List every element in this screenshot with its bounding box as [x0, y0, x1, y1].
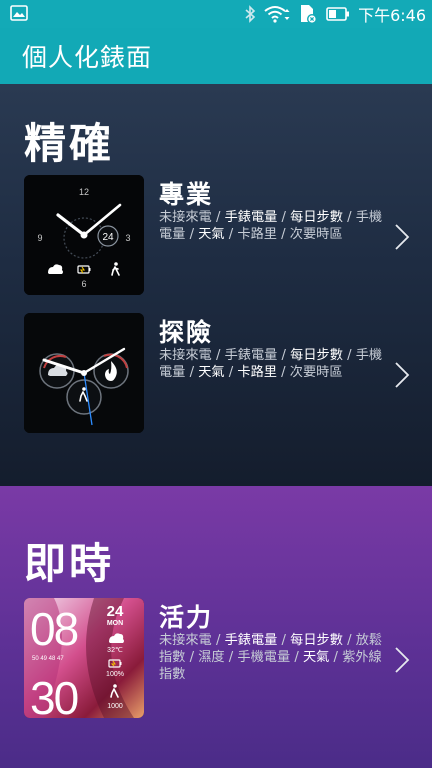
- image-icon: [10, 5, 28, 21]
- watch-face-item-energy[interactable]: 08 30 50 49 48 47 24 MON 32℃ 100% 1000 活…: [0, 598, 432, 720]
- feature-label: 手錶電量: [224, 210, 278, 225]
- minute-digits: 30: [30, 672, 78, 718]
- feature-label: 天氣: [198, 227, 225, 242]
- hour-marker-3: 3: [125, 233, 130, 243]
- watch-face-thumbnail: 08 30 50 49 48 47 24 MON 32℃ 100% 1000: [24, 598, 144, 718]
- section-precise: 精確 24 12 9 3 6 專業 未接來電 / 手錶電量 / 每日步數 / 手…: [0, 84, 432, 486]
- watch-face-thumbnail: [24, 313, 144, 433]
- feature-label: 手錶電量: [224, 633, 278, 648]
- battery-percent: 100%: [106, 671, 124, 678]
- analog-watch-face: 24 12 9 3 6: [24, 175, 144, 295]
- section-title: 即時: [24, 539, 115, 588]
- watch-face-thumbnail: 24 12 9 3 6: [24, 175, 144, 295]
- watch-face-name: 活力: [159, 603, 214, 632]
- feature-label: 卡路里: [237, 227, 277, 242]
- watch-face-features: 未接來電 / 手錶電量 / 每日步數 / 手機電量 / 天氣 / 卡路里 / 次…: [159, 348, 383, 380]
- feature-label: 手機電量: [237, 650, 291, 665]
- feature-label: 未接來電: [159, 633, 212, 648]
- hour-marker-12: 12: [79, 187, 89, 197]
- section-live: 即時 08 30 50 49 48 47 24 MON 32℃ 100% 100…: [0, 486, 432, 768]
- day-number: 24: [107, 603, 124, 620]
- feature-label: 每日步數: [290, 348, 343, 363]
- sim-off-icon: [301, 5, 318, 24]
- feature-label: 未接來電: [159, 210, 212, 225]
- hour-marker-6: 6: [81, 279, 86, 289]
- watch-face-name: 探險: [159, 318, 214, 347]
- seconds-strip: 50 49 48 47: [32, 656, 64, 662]
- feature-label: 天氣: [198, 365, 225, 380]
- watch-face-features: 未接來電 / 手錶電量 / 每日步數 / 放鬆指數 / 濕度 / 手機電量 / …: [159, 633, 383, 682]
- feature-label: 天氣: [302, 650, 330, 665]
- analog-watch-face: [24, 313, 144, 433]
- feature-label: 手錶電量: [224, 348, 278, 363]
- feature-label: 每日步數: [290, 210, 343, 225]
- section-title: 精確: [24, 119, 115, 168]
- step-count: 1000: [107, 703, 123, 710]
- hour-digits: 08: [30, 603, 78, 655]
- feature-label: 次要時區: [289, 227, 343, 242]
- bluetooth-icon: [245, 5, 256, 23]
- digital-watch-face: 08 30 50 49 48 47 24 MON 32℃ 100% 1000: [24, 598, 144, 718]
- temperature: 32℃: [107, 647, 123, 654]
- feature-label: 濕度: [198, 650, 225, 665]
- watch-face-item-professional[interactable]: 24 12 9 3 6 專業 未接來電 / 手錶電量 / 每日步數 / 手機電量…: [0, 175, 432, 297]
- status-bar: 下午6:46: [0, 0, 432, 28]
- sub-dial-label: 24: [102, 232, 114, 243]
- feature-label: 未接來電: [159, 348, 212, 363]
- app-bar: 個人化錶面: [0, 28, 432, 84]
- feature-label: 卡路里: [237, 365, 277, 380]
- chevron-right-icon[interactable]: [394, 361, 410, 389]
- watch-face-name: 專業: [159, 180, 214, 209]
- feature-label: 每日步數: [290, 633, 343, 648]
- weekday: MON: [107, 620, 123, 627]
- status-time: 下午6:46: [358, 6, 426, 25]
- watch-face-item-adventure[interactable]: 探險 未接來電 / 手錶電量 / 每日步數 / 手機電量 / 天氣 / 卡路里 …: [0, 313, 432, 435]
- battery-icon: [326, 7, 350, 21]
- hour-marker-9: 9: [37, 233, 42, 243]
- watch-face-features: 未接來電 / 手錶電量 / 每日步數 / 手機電量 / 天氣 / 卡路里 / 次…: [159, 210, 383, 242]
- chevron-right-icon[interactable]: [394, 646, 410, 674]
- page-title: 個人化錶面: [22, 43, 153, 72]
- wifi-icon: [264, 6, 290, 23]
- feature-label: 次要時區: [289, 365, 343, 380]
- chevron-right-icon[interactable]: [394, 223, 410, 251]
